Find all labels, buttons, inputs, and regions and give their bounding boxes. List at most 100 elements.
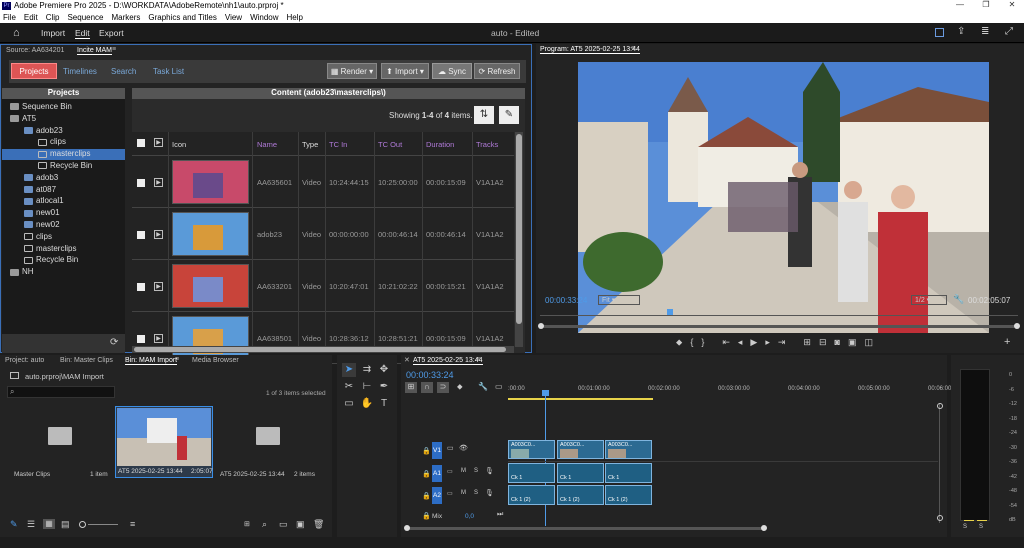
hscroll-handle-left[interactable] — [404, 525, 410, 531]
hscroll-handle-right[interactable] — [761, 525, 767, 531]
table-vscrollbar[interactable] — [515, 132, 523, 347]
table-hscrollbar[interactable] — [132, 346, 514, 353]
captions-icon[interactable]: ▭ — [495, 382, 503, 391]
project-search-input[interactable]: ⌕ — [7, 386, 115, 398]
compare-icon[interactable]: ▣ — [848, 337, 865, 347]
incite-mam-tab[interactable]: Incite MAM — [77, 47, 113, 55]
timeline-hscroll[interactable] — [404, 525, 767, 531]
tree-item[interactable]: new01 — [2, 208, 125, 219]
col-duration[interactable]: Duration — [426, 140, 454, 149]
camera-icon[interactable]: ◙ — [835, 337, 848, 347]
tree-item[interactable]: masterclips — [2, 244, 125, 255]
refresh-button[interactable]: ⟳ Refresh — [474, 63, 520, 79]
tree-item[interactable]: Recycle Bin — [2, 255, 125, 266]
sort-icon[interactable]: ≡ — [130, 519, 135, 529]
import-button[interactable]: ⬆ Import ▾ — [381, 63, 429, 79]
preview-play-icon[interactable]: ▶ — [154, 282, 163, 291]
tree-item[interactable]: Sequence Bin — [2, 102, 125, 113]
a2-target[interactable]: A2 — [432, 487, 442, 504]
menu-edit[interactable]: Edit — [24, 13, 38, 22]
col-tc-in[interactable]: TC In — [329, 140, 347, 149]
linked-selection-icon[interactable]: ⊃ — [437, 382, 449, 393]
menu-markers[interactable]: Markers — [112, 13, 141, 22]
workspace-icon[interactable] — [935, 28, 944, 37]
menu-graphics-and-titles[interactable]: Graphics and Titles — [148, 13, 216, 22]
solo-right[interactable]: S — [979, 524, 983, 530]
audio-clip[interactable]: Ck 1 (2) — [557, 485, 604, 505]
mic-icon[interactable]: 🎙 — [485, 489, 494, 497]
lock-icon[interactable]: 🔒 — [422, 512, 431, 520]
find-icon[interactable]: ⌕ — [262, 519, 267, 530]
new-item-icon[interactable]: ▣ — [296, 519, 305, 530]
menu-clip[interactable]: Clip — [46, 13, 60, 22]
v1-target[interactable]: V1 — [432, 442, 442, 459]
row-checkbox[interactable] — [137, 283, 145, 291]
program-tab[interactable]: Program: AT5 2025-02-25 13:44 — [540, 46, 640, 54]
timeline-menu-icon[interactable]: ≡ — [476, 356, 480, 363]
hscroll-thumb[interactable] — [134, 347, 506, 352]
trash-icon[interactable]: 🗑 — [313, 519, 324, 530]
minimize-icon[interactable]: — — [948, 0, 972, 12]
vscroll-handle-bottom[interactable] — [937, 515, 943, 521]
lock-icon[interactable]: 🔒 — [422, 470, 431, 478]
fit-dropdown[interactable]: Fit ▾ — [598, 295, 640, 305]
bin-item-master-clips[interactable]: Master Clips 1 item — [10, 407, 110, 479]
edit-tab[interactable]: Edit — [75, 28, 90, 39]
tree-item[interactable]: AT5 — [2, 114, 125, 125]
mic-icon[interactable]: 🎙 — [485, 467, 494, 475]
mark-in-icon[interactable]: { — [690, 337, 701, 347]
add-marker-icon[interactable]: ⬥ — [457, 382, 463, 392]
rectangle-tool-icon[interactable]: ▭ — [342, 397, 356, 411]
zoom-slider-handle[interactable] — [79, 521, 86, 528]
video-clip[interactable]: A003C0... — [557, 440, 604, 459]
insert-icon[interactable]: ⊞ — [803, 337, 819, 347]
mix-go-icon[interactable]: ⏭ — [497, 511, 503, 519]
timeline-vscroll[interactable] — [937, 403, 943, 523]
tree-item[interactable]: at087 — [2, 185, 125, 196]
menu-help[interactable]: Help — [287, 13, 303, 22]
lock-icon[interactable]: 🔒 — [422, 447, 431, 455]
render-button[interactable]: ▦ Render ▾ — [327, 63, 377, 79]
tab-task-list[interactable]: Task List — [153, 63, 184, 79]
media-browser-tab[interactable]: Media Browser — [192, 357, 239, 364]
timeline-close-icon[interactable]: ✕ — [404, 356, 410, 364]
table-row[interactable]: ▶ AA633201 Video 10:20:47:01 10:21:02:22 00:0… — [132, 261, 514, 312]
type-tool-icon[interactable]: T — [377, 397, 391, 411]
play-icon[interactable]: ▶ — [750, 337, 765, 347]
vr-icon[interactable]: ◫ — [864, 337, 881, 347]
vscroll-thumb[interactable] — [516, 134, 522, 324]
sync-button[interactable]: ☁ Sync — [432, 63, 472, 79]
go-to-out-icon[interactable]: ⇥ — [778, 337, 794, 347]
step-back-icon[interactable]: ◂ — [738, 337, 751, 347]
icon-view-icon[interactable]: ▦ — [43, 519, 55, 529]
freeform-view-icon[interactable]: ▤ — [61, 519, 70, 530]
overwrite-icon[interactable]: ⊟ — [819, 337, 835, 347]
tree-item[interactable]: clips — [2, 232, 125, 243]
tab-search[interactable]: Search — [111, 63, 136, 79]
close-icon[interactable]: ✕ — [1000, 0, 1024, 12]
audio-clip[interactable]: Ck 1 — [605, 463, 652, 483]
master-clips-tab[interactable]: Bin: Master Clips — [60, 357, 113, 364]
menu-file[interactable]: File — [3, 13, 16, 22]
row-checkbox[interactable] — [137, 231, 145, 239]
pencil-icon[interactable]: ✎ — [10, 519, 18, 530]
step-forward-icon[interactable]: ▸ — [765, 337, 778, 347]
tab-timelines[interactable]: Timelines — [63, 63, 97, 79]
mute-button[interactable]: M — [461, 490, 466, 496]
playhead-handle[interactable] — [542, 390, 549, 396]
mix-value[interactable]: 0,0 — [465, 513, 474, 520]
slip-icon[interactable]: ⊢ — [360, 380, 374, 394]
video-clip[interactable]: A003C0... — [508, 440, 555, 459]
sync-lock-icon[interactable]: ▭ — [447, 490, 453, 497]
audio-clip[interactable]: Ck 1 (2) — [508, 485, 555, 505]
mute-button[interactable]: M — [461, 468, 466, 474]
col-tc-out[interactable]: TC Out — [378, 140, 402, 149]
go-to-in-icon[interactable]: ⇤ — [722, 337, 738, 347]
menu-sequence[interactable]: Sequence — [67, 13, 103, 22]
tab-projects[interactable]: Projects — [11, 63, 57, 79]
program-video-frame[interactable] — [578, 62, 989, 333]
fullscreen-icon[interactable]: ⤢ — [1005, 26, 1013, 37]
audio-clip[interactable]: Ck 1 — [557, 463, 604, 483]
select-all-checkbox[interactable] — [137, 139, 145, 147]
ripple-edit-icon[interactable]: ✥ — [377, 363, 391, 377]
